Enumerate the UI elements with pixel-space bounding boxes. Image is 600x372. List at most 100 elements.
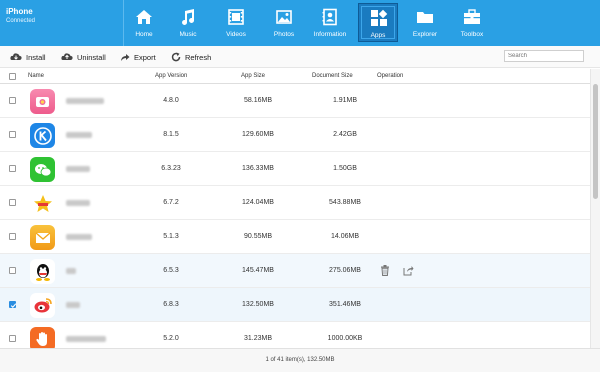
weibo-icon: [30, 293, 55, 318]
install-label: Install: [26, 52, 46, 62]
row-checkbox-checked[interactable]: [9, 301, 17, 309]
qq-icon: [30, 259, 55, 284]
app-name-redacted: [66, 98, 104, 104]
app-version: 6.3.23: [161, 165, 181, 172]
column-header-version[interactable]: App Version: [155, 73, 187, 79]
app-version: 6.8.3: [163, 301, 179, 308]
table-row[interactable]: 6.3.23 136.33MB 1.50GB: [0, 152, 590, 186]
app-name-redacted: [66, 200, 90, 206]
app-size: 58.16MB: [243, 97, 273, 104]
kugou-icon: [30, 123, 55, 148]
uninstall-label: Uninstall: [77, 52, 106, 62]
nav-label: Information: [313, 31, 347, 38]
table-row[interactable]: 4.8.0 58.16MB 1.91MB: [0, 84, 590, 118]
app-name-redacted: [66, 302, 80, 308]
app-version: 6.7.2: [163, 199, 179, 206]
app-size: 90.55MB: [243, 233, 273, 240]
table-header: Name App Version App Size Document Size …: [0, 69, 590, 84]
app-size: 136.33MB: [242, 165, 274, 172]
document-size: 1000.00KB: [327, 335, 363, 342]
app-size: 31.23MB: [243, 335, 273, 342]
apps-icon: [371, 9, 388, 26]
nav-explorer[interactable]: Explorer: [405, 3, 445, 42]
document-size: 14.06MB: [330, 233, 360, 240]
top-bar: iPhone Connected Home Music Videos Photo…: [0, 0, 600, 46]
nav-label: Toolbox: [460, 31, 484, 38]
row-checkbox[interactable]: [9, 267, 16, 274]
document-size: 1.91MB: [332, 97, 358, 104]
refresh-label: Refresh: [185, 52, 212, 62]
app-version: 4.8.0: [163, 97, 179, 104]
nav-music[interactable]: Music: [168, 3, 208, 42]
nav-videos[interactable]: Videos: [216, 3, 256, 42]
export-button[interactable]: Export: [120, 51, 156, 63]
toolbar: Install Uninstall Export Refresh: [0, 46, 600, 68]
table-row[interactable]: 6.8.3 132.50MB 351.46MB: [0, 288, 590, 322]
table-row[interactable]: 6.7.2 124.04MB 543.88MB: [0, 186, 590, 220]
app-version: 5.1.3: [163, 233, 179, 240]
table-row[interactable]: 8.1.5 129.60MB 2.42GB: [0, 118, 590, 152]
device-panel[interactable]: iPhone Connected: [0, 0, 124, 46]
refresh-icon: [171, 52, 181, 62]
row-checkbox[interactable]: [9, 165, 16, 172]
folder-icon: [417, 12, 433, 23]
uninstall-button[interactable]: Uninstall: [61, 51, 106, 63]
wechat-icon: [30, 157, 55, 182]
document-size: 1.50GB: [333, 165, 357, 172]
vertical-scrollbar[interactable]: [590, 69, 600, 348]
checkmark-icon: [10, 303, 17, 309]
export-label: Export: [134, 52, 156, 62]
status-bar: 1 of 41 item(s), 132.50MB: [0, 348, 600, 372]
row-operations: [380, 265, 420, 277]
column-header-app-size[interactable]: App Size: [241, 73, 265, 79]
video-icon: [228, 9, 244, 25]
export-row-icon[interactable]: [403, 265, 414, 276]
nav-photos[interactable]: Photos: [264, 3, 304, 42]
row-checkbox[interactable]: [9, 233, 16, 240]
app-version: 6.5.3: [163, 267, 179, 274]
app-name-redacted: [66, 132, 92, 138]
home-icon: [136, 10, 152, 24]
document-size: 543.88MB: [329, 199, 361, 206]
star-app-icon: [30, 191, 55, 216]
nav-label: Videos: [226, 31, 246, 38]
row-checkbox[interactable]: [9, 97, 16, 104]
install-icon: [10, 53, 22, 60]
app-name-redacted: [66, 234, 92, 240]
toolbox-icon: [464, 9, 480, 24]
document-size: 275.06MB: [329, 267, 361, 274]
row-checkbox[interactable]: [9, 335, 16, 342]
camera-app-icon: [30, 89, 55, 114]
refresh-button[interactable]: Refresh: [171, 51, 211, 63]
nav-apps[interactable]: Apps: [358, 3, 398, 42]
app-name-redacted: [66, 166, 90, 172]
nav-label: Home: [135, 31, 153, 38]
app-version: 5.2.0: [163, 335, 179, 342]
app-size: 132.50MB: [242, 301, 274, 308]
nav-label: Music: [179, 31, 197, 38]
install-button[interactable]: Install: [10, 51, 46, 63]
table-row[interactable]: 5.1.3 90.55MB 14.06MB: [0, 220, 590, 254]
nav-home[interactable]: Home: [124, 3, 164, 42]
app-size: 145.47MB: [242, 267, 274, 274]
selection-status: 1 of 41 item(s), 132.50MB: [265, 357, 335, 363]
device-name: iPhone: [6, 7, 33, 16]
app-name-redacted: [66, 336, 106, 342]
scrollbar-thumb[interactable]: [593, 84, 598, 199]
column-header-doc-size[interactable]: Document Size: [312, 73, 353, 79]
nav-information[interactable]: Information: [310, 3, 350, 42]
column-header-operation: Operation: [377, 73, 404, 79]
nav-toolbox[interactable]: Toolbox: [452, 3, 492, 42]
row-checkbox[interactable]: [9, 199, 16, 206]
nav-label: Explorer: [412, 31, 438, 38]
document-size: 2.42GB: [333, 131, 357, 138]
table-row[interactable]: 6.5.3 145.47MB 275.06MB: [0, 254, 590, 288]
row-checkbox[interactable]: [9, 131, 16, 138]
search-input[interactable]: [504, 50, 584, 62]
select-all-checkbox[interactable]: [9, 73, 16, 80]
app-name-redacted: [66, 268, 76, 274]
trash-icon[interactable]: [380, 265, 390, 276]
column-header-name[interactable]: Name: [28, 73, 44, 79]
device-status: Connected: [6, 18, 36, 24]
nav-label: Apps: [370, 32, 386, 39]
